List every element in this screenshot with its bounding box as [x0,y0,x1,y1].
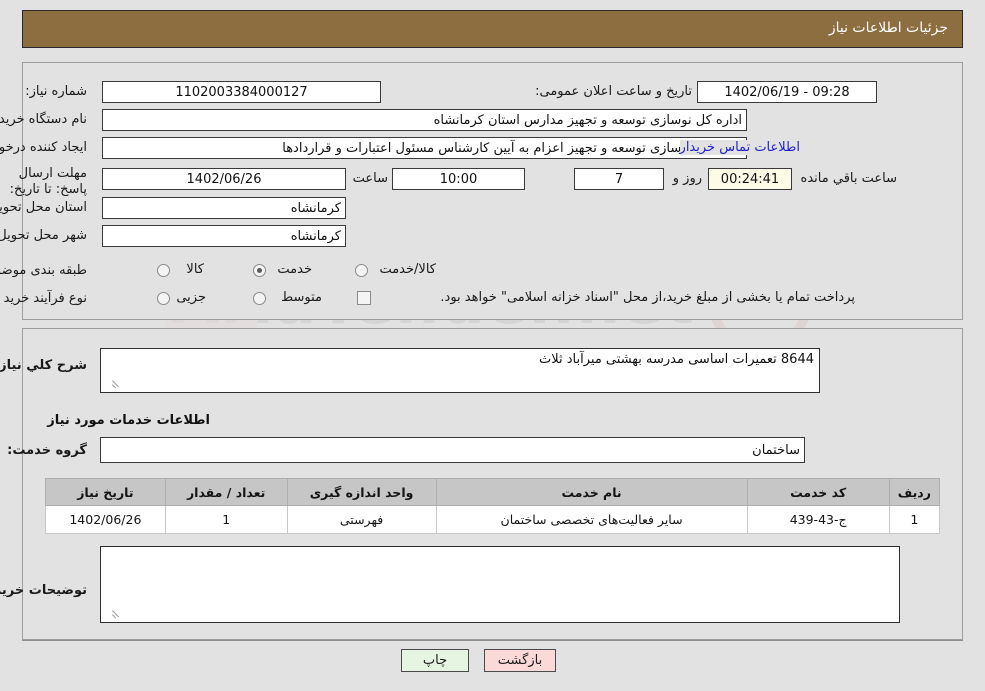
radio-process-jozi-label: جزیی [176,290,206,305]
deadline-hour-label: ساعت [352,171,388,186]
services-table: ردیف کد خدمت نام خدمت واحد اندازه گیری ت… [45,478,941,534]
deadline-hour-field[interactable]: 10:00 [392,168,525,190]
services-section-title: اطلاعات خدمات مورد نیاز [47,413,210,428]
need-number-field[interactable]: 1102003384000127 [102,81,381,103]
province-label: استان محل تحویل: [0,200,87,215]
category-label: طبقه بندی موضوعی: [0,263,87,278]
page-root: AriaTender.net جزئیات اطلاعات نیاز شماره… [0,0,985,691]
remaining-days-label: روز و [672,171,702,186]
city-field[interactable]: کرمانشاه [102,225,346,247]
remaining-days-field[interactable]: 7 [574,168,664,190]
page-title: جزئیات اطلاعات نیاز [828,20,948,36]
service-group-label: گروه خدمت: [7,443,87,458]
general-desc-value: 8644 تعمیرات اساسی مدرسه بهشتی میرآباد ث… [539,352,814,367]
radio-category-kala-khedmat[interactable] [355,264,368,277]
radio-process-motevaset[interactable] [253,292,266,305]
col-unit: واحد اندازه گیری [286,478,437,506]
radio-process-motevaset-label: متوسط [281,290,322,305]
remaining-suffix-label: ساعت باقي مانده [800,171,897,186]
requester-label: ایجاد کننده درخواست: [0,140,87,155]
treasury-checkbox-label: پرداخت تمام یا بخشی از مبلغ خرید،از محل … [440,290,855,305]
treasury-checkbox[interactable] [357,291,371,305]
province-field[interactable]: کرمانشاه [102,197,346,219]
print-button[interactable]: چاپ [401,649,469,672]
buyer-org-field[interactable]: اداره کل نوسازی توسعه و تجهیز مدارس استا… [102,109,747,131]
requester-field[interactable]: اداره کل نوسازی توسعه و تجهیز اعزام به آ… [102,137,747,159]
col-radif: ردیف [888,478,941,506]
col-service-name: نام خدمت [435,478,748,506]
radio-category-kala[interactable] [157,264,170,277]
window-titlebar: جزئیات اطلاعات نیاز [22,10,963,48]
col-quantity: تعداد / مقدار [164,478,288,506]
radio-category-khedmat[interactable] [253,264,266,277]
table-row[interactable]: 1 ج-43-439 سایر فعالیت‌های تخصصی ساختمان… [45,505,941,534]
buyer-notes-label: توضیحات خریدار: [0,583,87,598]
services-table-body: 1 ج-43-439 سایر فعالیت‌های تخصصی ساختمان… [45,505,941,534]
back-button[interactable]: بازگشت [484,649,556,672]
general-desc-textarea[interactable]: 8644 تعمیرات اساسی مدرسه بهشتی میرآباد ث… [100,348,820,393]
buyer-org-label: نام دستگاه خریدار: [0,112,87,127]
radio-category-kala-label: کالا [186,262,204,277]
need-number-label: شماره نیاز: [25,84,87,99]
remaining-timer-field: 00:24:41 [708,168,792,190]
process-label: نوع فرآیند خرید : [0,291,87,306]
footer-divider [22,640,963,641]
cell-radif: 1 [888,505,941,534]
buyer-contact-link[interactable]: اطلاعات تماس خریدار [679,140,800,155]
cell-need-date: 1402/06/26 [45,505,166,534]
cell-service-code: ج-43-439 [746,505,890,534]
cell-unit: فهرستی [286,505,437,534]
service-group-field[interactable]: ساختمان [100,437,805,463]
services-table-head: ردیف کد خدمت نام خدمت واحد اندازه گیری ت… [45,478,941,506]
radio-category-kala-khedmat-label: کالا/خدمت [379,262,436,277]
resize-grip-icon[interactable] [103,379,120,391]
resize-grip-icon[interactable] [103,609,120,621]
col-service-code: کد خدمت [746,478,890,506]
col-need-date: تاریخ نیاز [45,478,166,506]
table-header-row: ردیف کد خدمت نام خدمت واحد اندازه گیری ت… [45,478,941,506]
city-label: شهر محل تحویل: [0,228,87,243]
radio-category-khedmat-label: خدمت [277,262,312,277]
cell-service-name: سایر فعالیت‌های تخصصی ساختمان [435,505,748,534]
deadline-label: مهلت ارسال پاسخ: تا تاریخ: [9,166,87,197]
announce-datetime-label: تاریخ و ساعت اعلان عمومی: [535,84,692,99]
cell-quantity: 1 [164,505,288,534]
deadline-date-field[interactable]: 1402/06/26 [102,168,346,190]
announce-datetime-field[interactable]: 09:28 - 1402/06/19 [697,81,877,103]
general-desc-label: شرح كلي نياز: [0,358,87,373]
radio-process-jozi[interactable] [157,292,170,305]
buyer-notes-textarea[interactable] [100,546,900,623]
